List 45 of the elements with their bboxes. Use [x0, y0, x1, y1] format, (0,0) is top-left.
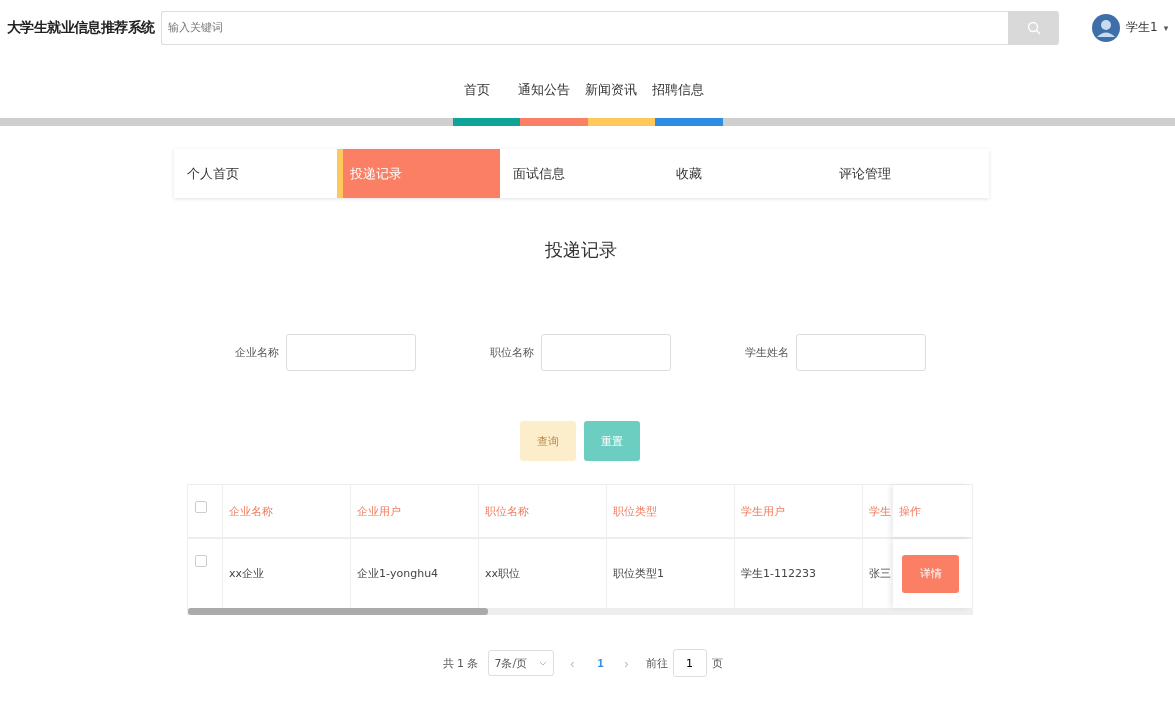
page-label: 页	[711, 655, 723, 671]
page-number[interactable]: 1	[591, 656, 608, 670]
column-header: 职位类型	[613, 503, 657, 519]
column-header: 企业名称	[229, 503, 273, 519]
checkbox[interactable]	[195, 501, 207, 513]
input-field[interactable]	[795, 334, 926, 371]
table-cell: 张三	[869, 566, 891, 581]
total-count: 共 1 条	[442, 655, 479, 671]
tab[interactable]: 个人首页	[173, 149, 337, 198]
nav-link[interactable]: 招聘信息	[644, 81, 712, 99]
column-header: 学生用户	[741, 503, 785, 519]
search-icon	[1026, 20, 1041, 35]
field-label: 职位名称	[489, 345, 534, 360]
scrollbar-thumb[interactable]	[188, 608, 488, 615]
nav-link[interactable]: 首页	[443, 81, 511, 99]
search-button[interactable]	[1008, 10, 1059, 45]
tab[interactable]: 面试信息	[499, 149, 663, 198]
tab[interactable]: 评论管理	[825, 149, 989, 198]
chevron-icon	[538, 660, 547, 666]
page-size-select[interactable]: 7条/页	[487, 650, 554, 676]
nav-link[interactable]: 新闻资讯	[577, 81, 645, 99]
column-header: 企业用户	[357, 503, 401, 519]
search-field[interactable]: 输入关键词	[161, 10, 1008, 45]
column-header: 操作	[899, 503, 921, 519]
user-name[interactable]: 学生1	[1126, 19, 1158, 36]
field-label: 学生姓名	[744, 345, 789, 360]
checkbox[interactable]	[195, 555, 207, 567]
avatar-icon[interactable]	[1092, 13, 1120, 42]
table-cell: xx职位	[485, 566, 521, 581]
caret-icon[interactable]: ▾	[1163, 22, 1169, 33]
field-label: 企业名称	[234, 345, 279, 360]
table-cell: 职位类型1	[613, 566, 664, 581]
goto-label: 前往	[645, 655, 668, 671]
table-cell: 企业1-yonghu4	[357, 566, 439, 581]
table-cell: 学生1-112233	[741, 566, 816, 581]
column-header: 学生	[869, 503, 891, 519]
input-field[interactable]	[540, 334, 671, 371]
column-header: 职位名称	[485, 503, 529, 519]
table-cell: xx企业	[229, 566, 265, 581]
tab[interactable]: 收藏	[662, 149, 826, 198]
nav-link[interactable]: 通知公告	[510, 81, 578, 99]
input-field[interactable]	[285, 334, 416, 371]
page-title: 投递记录	[545, 238, 617, 262]
page-input[interactable]: 1	[672, 649, 707, 677]
site-title: 大学生就业信息推荐系统	[7, 18, 156, 37]
